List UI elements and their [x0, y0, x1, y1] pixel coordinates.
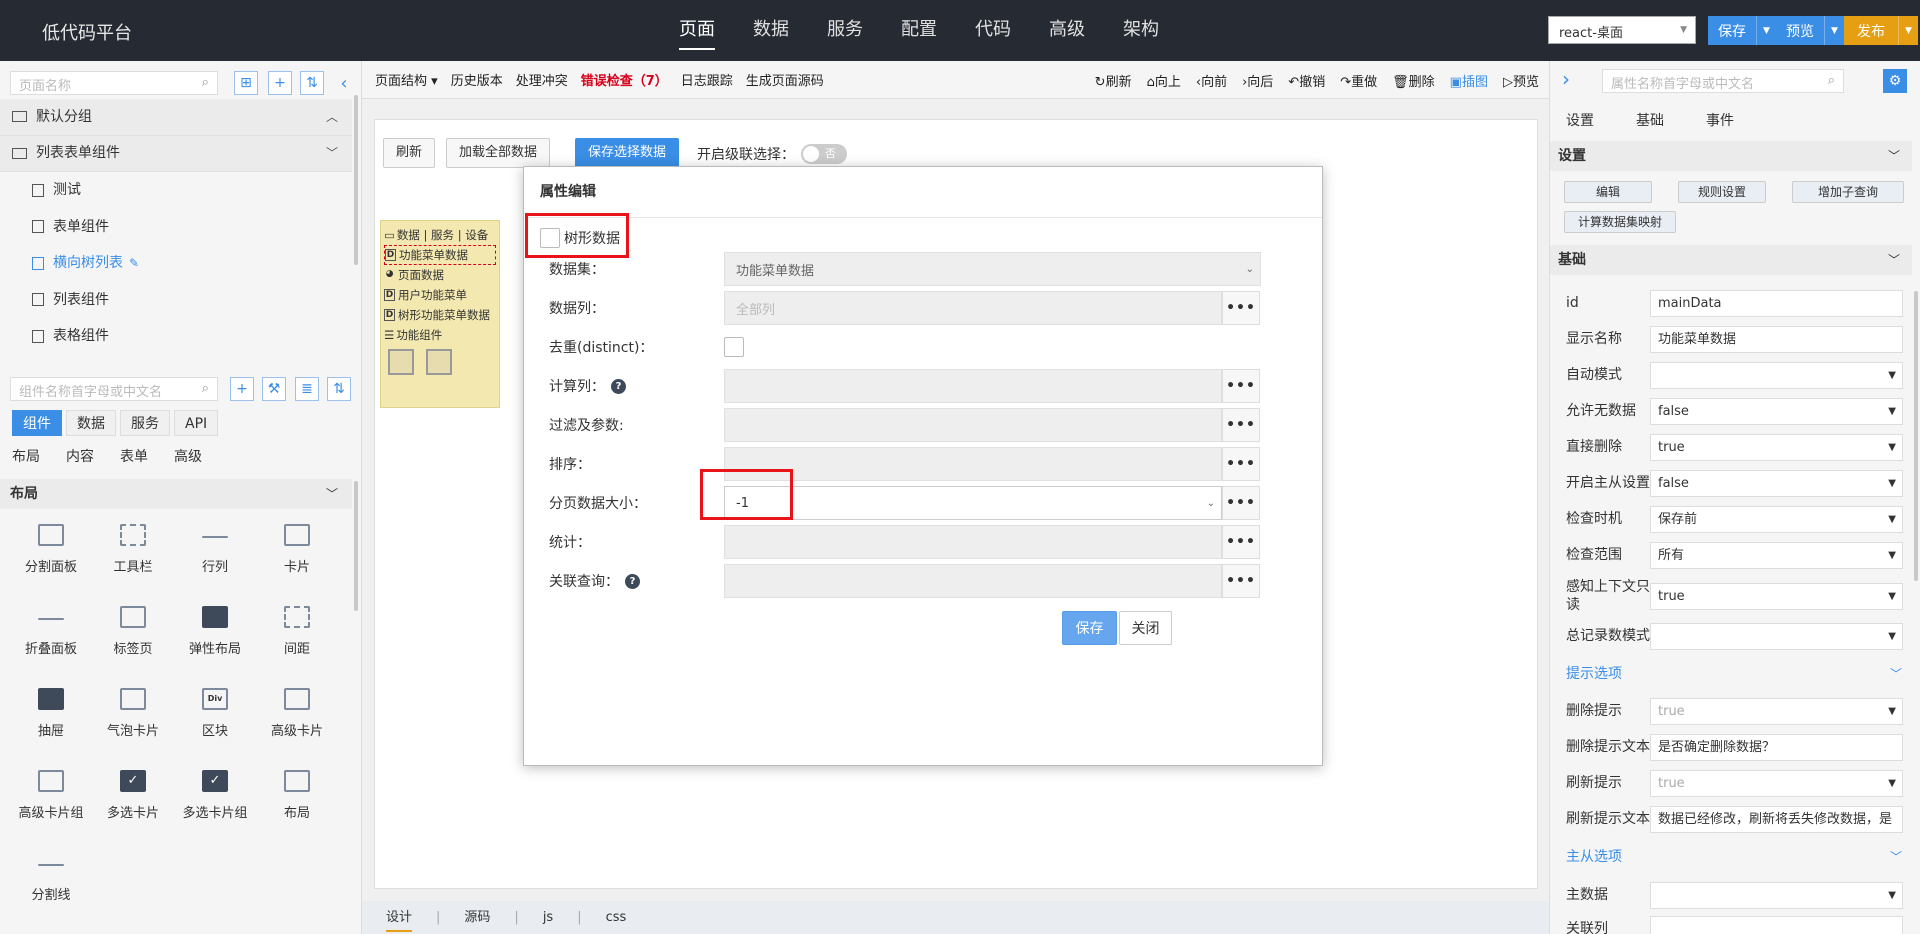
calc-column-input[interactable] [724, 369, 1222, 403]
help-icon[interactable]: ? [625, 573, 640, 589]
chevron-down-icon: ⌄ [1206, 497, 1215, 509]
dialog-title: 属性编辑 [524, 167, 1322, 218]
statistics-more-button[interactable]: ••• [1222, 525, 1260, 559]
distinct-field: 去重(distinct)： [549, 330, 1304, 364]
dialog-save-button[interactable]: 保存 [1062, 611, 1117, 645]
modal-overlay: 属性编辑 树形数据 数据集： 功能菜单数据 ⌄ 数据列： 全部列 ••• 去重(d… [0, 0, 1920, 934]
columns-field: 数据列： 全部列 ••• [549, 291, 1304, 325]
help-icon[interactable]: ? [611, 378, 626, 394]
sort-more-button[interactable]: ••• [1222, 447, 1260, 481]
calc-column-more-button[interactable]: ••• [1222, 369, 1260, 403]
dataset-field: 数据集： 功能菜单数据 ⌄ [549, 252, 1304, 286]
sort-input[interactable] [724, 447, 1222, 481]
join-query-more-button[interactable]: ••• [1222, 564, 1260, 598]
filter-field: 过滤及参数: ••• [549, 408, 1304, 442]
statistics-input[interactable] [724, 525, 1222, 559]
highlight-box-page-size [700, 469, 793, 520]
sort-field: 排序： ••• [549, 447, 1304, 481]
columns-input[interactable]: 全部列 [724, 291, 1222, 325]
chevron-down-icon: ⌄ [1245, 263, 1254, 275]
join-query-field: 关联查询：? ••• [549, 564, 1304, 598]
columns-more-button[interactable]: ••• [1222, 291, 1260, 325]
dialog-close-button[interactable]: 关闭 [1119, 611, 1172, 645]
join-query-input[interactable] [724, 564, 1222, 598]
page-size-select[interactable]: -1 ⌄ [724, 486, 1222, 520]
distinct-checkbox[interactable] [724, 337, 744, 357]
filter-input[interactable] [724, 408, 1222, 442]
page-size-field: 分页数据大小： -1 ⌄ ••• [549, 486, 1304, 520]
page-size-more-button[interactable]: ••• [1222, 486, 1260, 520]
filter-more-button[interactable]: ••• [1222, 408, 1260, 442]
highlight-box-tree-data [525, 213, 629, 258]
tree-data-field: 树形数据 [540, 221, 1295, 255]
calc-column-field: 计算列：? ••• [549, 369, 1304, 403]
dataset-select[interactable]: 功能菜单数据 ⌄ [724, 252, 1261, 286]
property-edit-dialog: 属性编辑 树形数据 数据集： 功能菜单数据 ⌄ 数据列： 全部列 ••• 去重(d… [523, 166, 1323, 766]
statistics-field: 统计： ••• [549, 525, 1304, 559]
